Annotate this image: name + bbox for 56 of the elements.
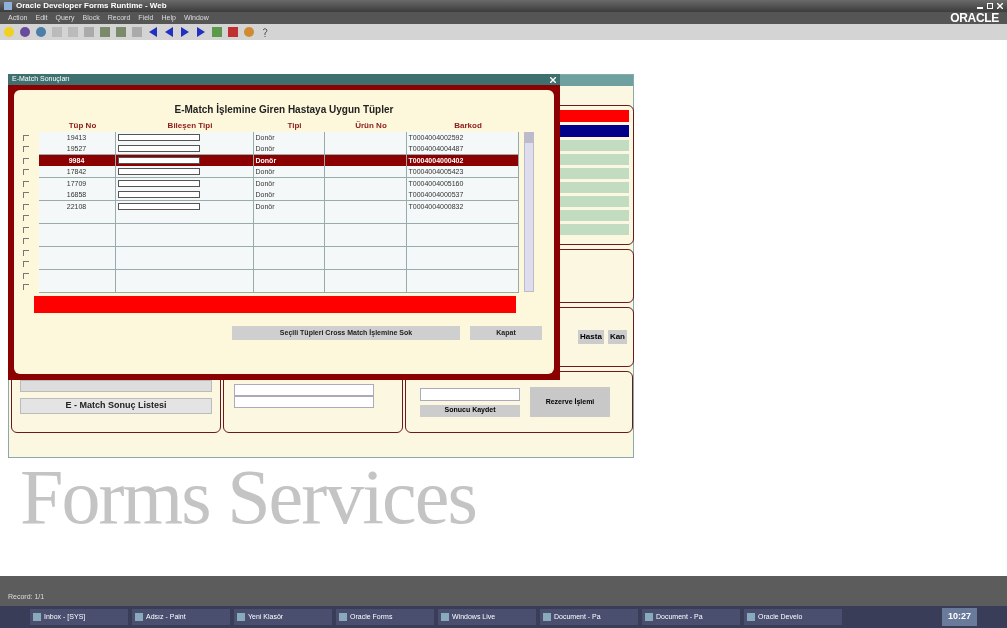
checkbox[interactable] [22, 272, 29, 279]
field [559, 168, 629, 179]
checkbox[interactable] [22, 284, 29, 291]
checkbox[interactable] [22, 261, 29, 268]
column-header: Bileşen Tipi [166, 120, 214, 132]
field [559, 224, 629, 235]
window-icon [747, 613, 755, 621]
window-icon [645, 613, 653, 621]
column-header: Tipi [286, 120, 303, 132]
column-header: Barkod [453, 120, 483, 132]
checkbox[interactable] [22, 215, 29, 222]
close-icon[interactable] [550, 76, 556, 83]
window-icon [135, 613, 143, 621]
checkbox[interactable] [22, 203, 29, 210]
field [559, 182, 629, 193]
checkbox[interactable] [22, 180, 29, 187]
checkbox[interactable] [22, 134, 29, 141]
text-field[interactable] [234, 396, 374, 408]
window-icon [237, 613, 245, 621]
scrollbar-thumb[interactable] [524, 133, 533, 143]
first-icon[interactable] [148, 27, 158, 37]
window-icon [441, 613, 449, 621]
app-icon [4, 2, 12, 10]
window-icon [543, 613, 551, 621]
side-button[interactable]: Hasta [578, 330, 604, 344]
window-icon [33, 613, 41, 621]
field [559, 154, 629, 165]
checkbox[interactable] [22, 169, 29, 176]
field [559, 210, 629, 221]
checkbox[interactable] [22, 146, 29, 153]
clock: 10:27 [947, 610, 971, 624]
dropdown-field[interactable] [420, 387, 520, 401]
next-icon[interactable] [180, 27, 190, 37]
field [559, 140, 629, 151]
checkbox[interactable] [22, 226, 29, 233]
side-button[interactable]: Kan [607, 330, 627, 344]
scrollbar[interactable] [523, 132, 534, 292]
checkbox[interactable] [22, 157, 29, 164]
field [559, 196, 629, 207]
window-title: Oracle Developer Forms Runtime - Web [16, 0, 167, 12]
column-header: Tüp No [67, 120, 98, 132]
oracle-logo: ORACLE [950, 10, 999, 27]
checkbox[interactable] [22, 238, 29, 245]
help-icon[interactable] [260, 27, 270, 37]
checkbox[interactable] [22, 249, 29, 256]
maximize-icon[interactable] [987, 3, 993, 9]
text-field[interactable] [234, 384, 374, 396]
previous-icon[interactable] [164, 27, 174, 37]
column-header: Ürün No [354, 120, 388, 132]
window-icon [339, 613, 347, 621]
dialog-heading: E-Match İşlemine Giren Hastaya Uygun Tüpler [174, 102, 394, 117]
checkbox[interactable] [22, 192, 29, 199]
last-icon[interactable] [196, 27, 206, 37]
list-button[interactable]: E - Match Sonuç Listesi [20, 398, 212, 414]
background-text: Forms Services [20, 458, 476, 536]
close-icon[interactable] [997, 3, 1003, 9]
